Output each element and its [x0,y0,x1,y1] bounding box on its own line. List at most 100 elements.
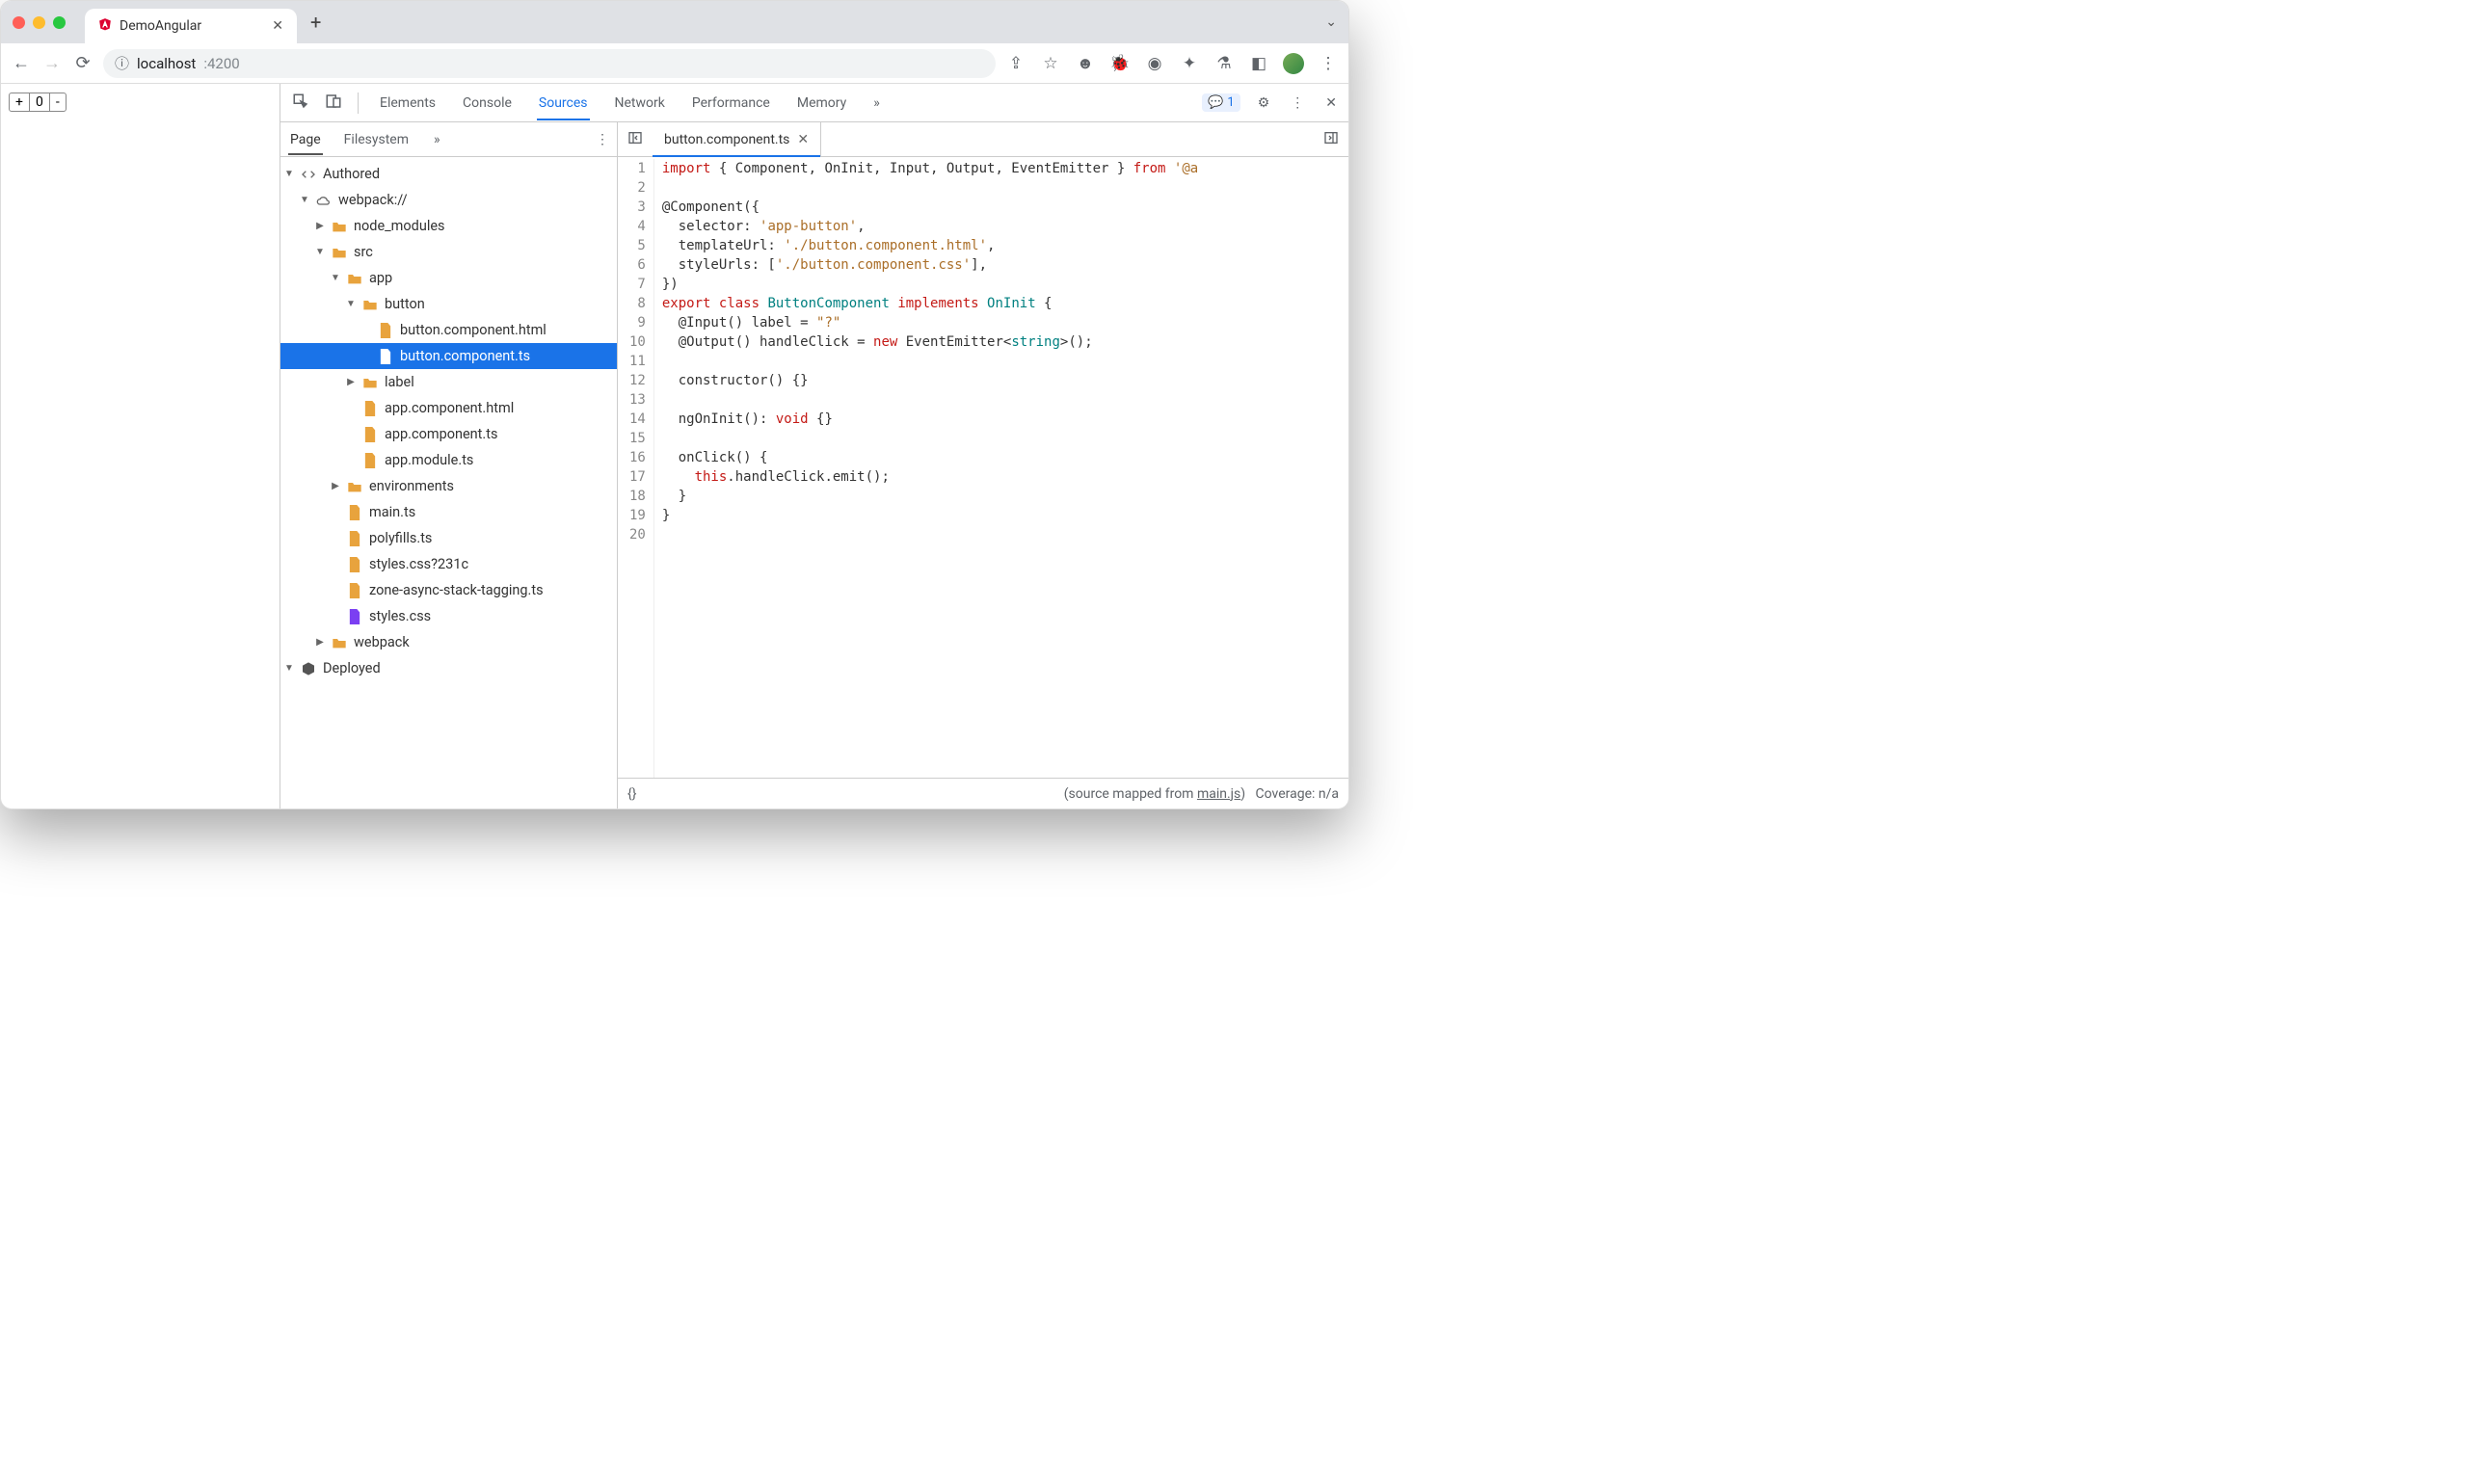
back-button[interactable]: ← [11,53,32,73]
tree-app-html[interactable]: app.component.html [280,395,617,421]
device-toggle-icon[interactable] [321,93,346,114]
devtools-panel: Elements Console Sources Network Perform… [280,84,1348,808]
folder-icon [361,376,379,389]
tree-authored[interactable]: ▼Authored [280,161,617,187]
tree-app-ts[interactable]: app.component.ts [280,421,617,447]
tab-title: DemoAngular [120,18,201,34]
code-editor[interactable]: 1234567891011121314151617181920 import {… [618,157,1348,778]
minimize-window-button[interactable] [33,16,45,29]
close-file-icon[interactable]: ✕ [797,132,809,147]
tree-main-ts[interactable]: main.ts [280,499,617,525]
url-field[interactable]: ⓘ localhost :4200 [103,49,996,78]
file-icon [361,427,379,442]
tree-webpack-folder[interactable]: ▶webpack [280,629,617,655]
subtab-page[interactable]: Page [288,124,323,155]
editor-status-bar: {} (source mapped from main.js) Coverage… [618,778,1348,808]
tree-app[interactable]: ▼app [280,265,617,291]
tree-app-module[interactable]: app.module.ts [280,447,617,473]
titlebar: DemoAngular ✕ + ⌄ [1,1,1348,43]
subtab-filesystem[interactable]: Filesystem [342,124,411,155]
issues-icon: 💬 [1208,95,1223,110]
tab-console[interactable]: Console [461,86,514,120]
file-icon [346,505,363,520]
tabs-more[interactable]: » [871,86,882,120]
side-panel-icon[interactable]: ◧ [1248,54,1269,73]
tree-webpack-origin[interactable]: ▼webpack:// [280,187,617,213]
tree-deployed[interactable]: ▼Deployed [280,655,617,681]
tree-styles-css[interactable]: styles.css [280,603,617,629]
navigator-menu-icon[interactable]: ⋮ [596,132,609,147]
devtools-menu-icon[interactable]: ⋮ [1287,95,1308,111]
tree-label-folder[interactable]: ▶label [280,369,617,395]
tree-src[interactable]: ▼src [280,239,617,265]
extension-icon-2[interactable]: 🐞 [1109,54,1131,73]
new-tab-button[interactable]: + [310,11,321,34]
folder-icon [331,220,348,233]
close-tab-icon[interactable]: ✕ [272,18,283,34]
reload-button[interactable]: ⟳ [72,53,93,73]
folder-icon [346,272,363,285]
file-icon [361,453,379,468]
box-icon [300,661,317,676]
rendered-page: + 0 - [1,84,280,808]
share-icon[interactable]: ⇪ [1005,54,1026,73]
issues-badge[interactable]: 💬 1 [1202,93,1240,112]
tree-button-ts[interactable]: button.component.ts [280,343,617,369]
window-controls [13,16,66,29]
close-window-button[interactable] [13,16,25,29]
file-icon [346,583,363,598]
file-icon [361,401,379,416]
extension-icon-1[interactable]: ☻ [1075,54,1096,73]
source-map-link[interactable]: main.js [1197,786,1240,802]
tab-performance[interactable]: Performance [690,86,772,120]
bookmark-icon[interactable]: ☆ [1040,54,1061,73]
file-icon [346,531,363,546]
tree-environments[interactable]: ▶environments [280,473,617,499]
cloud-icon [315,195,333,206]
tree-button-html[interactable]: button.component.html [280,317,617,343]
settings-icon[interactable]: ⚙ [1254,95,1274,111]
devtools-close-icon[interactable]: ✕ [1321,95,1341,111]
browser-menu-icon[interactable]: ⋮ [1318,54,1339,73]
url-host: localhost [137,55,196,72]
toggle-debugger-icon[interactable] [1314,130,1348,149]
file-icon [377,323,394,338]
folder-icon [331,246,348,259]
extension-icon-3[interactable]: ◉ [1144,54,1165,73]
tree-node-modules[interactable]: ▶node_modules [280,213,617,239]
maximize-window-button[interactable] [53,16,66,29]
increment-button[interactable]: + [10,93,30,111]
toolbar-icons: ⇪ ☆ ☻ 🐞 ◉ ✦ ⚗ ◧ ⋮ [1005,53,1339,74]
toggle-navigator-icon[interactable] [618,130,653,149]
subtabs-more[interactable]: » [434,132,440,147]
pretty-print-icon[interactable]: {} [627,786,636,802]
sources-navigator: Page Filesystem » ⋮ ▼Authored ▼webpack:/… [280,122,618,808]
tab-elements[interactable]: Elements [378,86,438,120]
site-info-icon[interactable]: ⓘ [115,53,129,73]
tab-memory[interactable]: Memory [795,86,848,120]
file-icon [346,609,363,624]
decrement-button[interactable]: - [50,93,66,111]
devtools-tabs: Elements Console Sources Network Perform… [378,86,882,120]
labs-icon[interactable]: ⚗ [1213,54,1235,73]
tree-styles-q[interactable]: styles.css?231c [280,551,617,577]
url-port: :4200 [203,55,239,72]
inspect-icon[interactable] [288,93,313,114]
sources-subtabs: Page Filesystem » ⋮ [280,122,617,157]
angular-icon [98,17,112,35]
address-bar: ← → ⟳ ⓘ localhost :4200 ⇪ ☆ ☻ 🐞 ◉ ✦ ⚗ ◧ ⋮ [1,43,1348,84]
file-icon [377,349,394,364]
file-tab-open[interactable]: button.component.ts ✕ [653,122,821,157]
code-content: import { Component, OnInit, Input, Outpu… [654,159,1198,778]
code-icon [300,167,317,182]
profile-avatar[interactable] [1283,53,1304,74]
forward-button[interactable]: → [41,53,63,73]
tabs-menu-button[interactable]: ⌄ [1325,14,1337,30]
tab-sources[interactable]: Sources [537,86,590,120]
tree-polyfills[interactable]: polyfills.ts [280,525,617,551]
tab-network[interactable]: Network [613,86,667,120]
tree-zone[interactable]: zone-async-stack-tagging.ts [280,577,617,603]
browser-tab[interactable]: DemoAngular ✕ [85,9,297,43]
tree-button-folder[interactable]: ▼button [280,291,617,317]
extensions-icon[interactable]: ✦ [1179,54,1200,73]
